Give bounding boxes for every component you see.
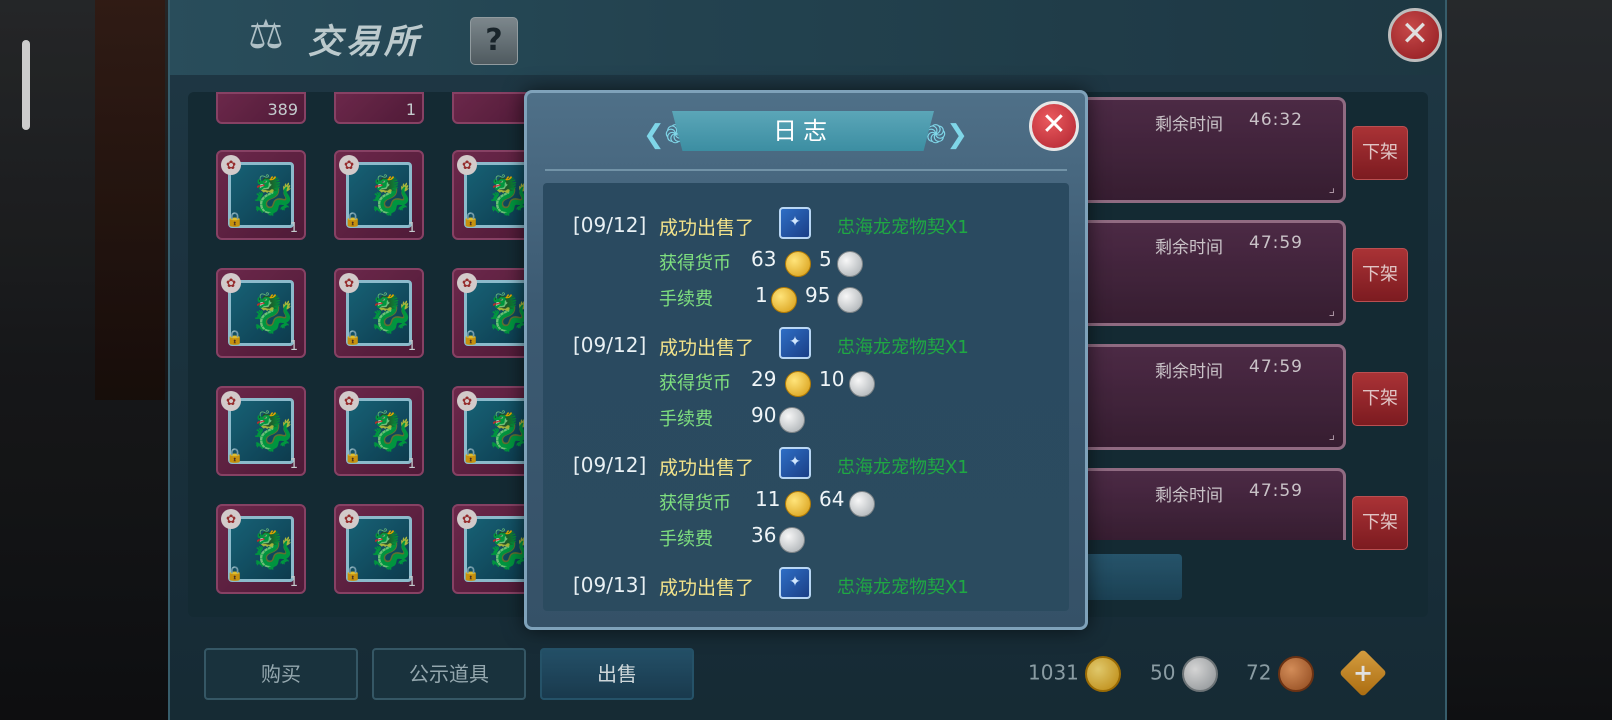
earn-silver: 5 xyxy=(819,247,832,271)
earn-label: 获得货币 xyxy=(659,253,731,274)
earn-gold: 11 xyxy=(755,487,781,511)
gold-coin-icon xyxy=(785,371,811,397)
earn-silver: 64 xyxy=(819,487,845,511)
log-item-name[interactable]: 忠海龙宠物契X1 xyxy=(837,453,969,479)
dialog-title: 日志 xyxy=(773,117,833,145)
gold-coin-icon xyxy=(785,251,811,277)
fee-silver: 95 xyxy=(805,283,831,307)
log-date: [09/12] xyxy=(573,453,647,477)
pet-contract-icon[interactable]: ✦ xyxy=(779,567,811,599)
silver-coin-icon xyxy=(837,251,863,277)
silver-coin-icon xyxy=(837,287,863,313)
pet-contract-icon[interactable]: ✦ xyxy=(779,327,811,359)
log-action: 成功出售了 xyxy=(659,457,755,479)
log-date: [09/12] xyxy=(573,333,647,357)
pet-contract-icon[interactable]: ✦ xyxy=(779,447,811,479)
earn-gold: 63 xyxy=(751,247,777,271)
log-action: 成功出售了 xyxy=(659,337,755,359)
fee-gold: 1 xyxy=(755,283,768,307)
log-list[interactable]: [09/12] 成功出售了 ✦ 忠海龙宠物契X1 获得货币 63 5 手续费 1… xyxy=(543,183,1069,611)
earn-silver: 10 xyxy=(819,367,845,391)
log-entry: [09/12] 成功出售了 ✦ 忠海龙宠物契X1 获得货币 11 64 手续费 … xyxy=(543,447,1069,573)
fee-label: 手续费 xyxy=(659,409,713,430)
log-entry: [09/12] 成功出售了 ✦ 忠海龙宠物契X1 获得货币 63 5 手续费 1… xyxy=(543,207,1069,333)
log-dialog: ❮֎ ֎❯ 日志 ✕ [09/12] 成功出售了 ✦ 忠海龙宠物契X1 获得货币… xyxy=(524,90,1088,630)
log-date: [09/13] xyxy=(573,573,647,597)
fee-silver: 36 xyxy=(751,523,777,547)
pet-contract-icon[interactable]: ✦ xyxy=(779,207,811,239)
log-item-name[interactable]: 忠海龙宠物契X1 xyxy=(837,573,969,599)
gold-coin-icon xyxy=(771,287,797,313)
log-entry: [09/12] 成功出售了 ✦ 忠海龙宠物契X1 获得货币 29 10 手续费 … xyxy=(543,327,1069,453)
fee-label: 手续费 xyxy=(659,529,713,550)
earn-label: 获得货币 xyxy=(659,373,731,394)
silver-coin-icon xyxy=(849,491,875,517)
silver-coin-icon xyxy=(779,527,805,553)
gold-coin-icon xyxy=(785,491,811,517)
log-action: 成功出售了 xyxy=(659,217,755,239)
close-dialog-button[interactable]: ✕ xyxy=(1029,101,1079,151)
log-action: 成功出售了 xyxy=(659,577,755,599)
silver-coin-icon xyxy=(849,371,875,397)
log-item-name[interactable]: 忠海龙宠物契X1 xyxy=(837,333,969,359)
log-date: [09/12] xyxy=(573,213,647,237)
log-entry: [09/13] 成功出售了 ✦ 忠海龙宠物契X1 xyxy=(543,567,1069,611)
silver-coin-icon xyxy=(779,407,805,433)
dialog-divider xyxy=(545,169,1067,171)
log-item-name[interactable]: 忠海龙宠物契X1 xyxy=(837,213,969,239)
earn-gold: 29 xyxy=(751,367,777,391)
fee-label: 手续费 xyxy=(659,289,713,310)
earn-label: 获得货币 xyxy=(659,493,731,514)
fee-silver: 90 xyxy=(751,403,777,427)
